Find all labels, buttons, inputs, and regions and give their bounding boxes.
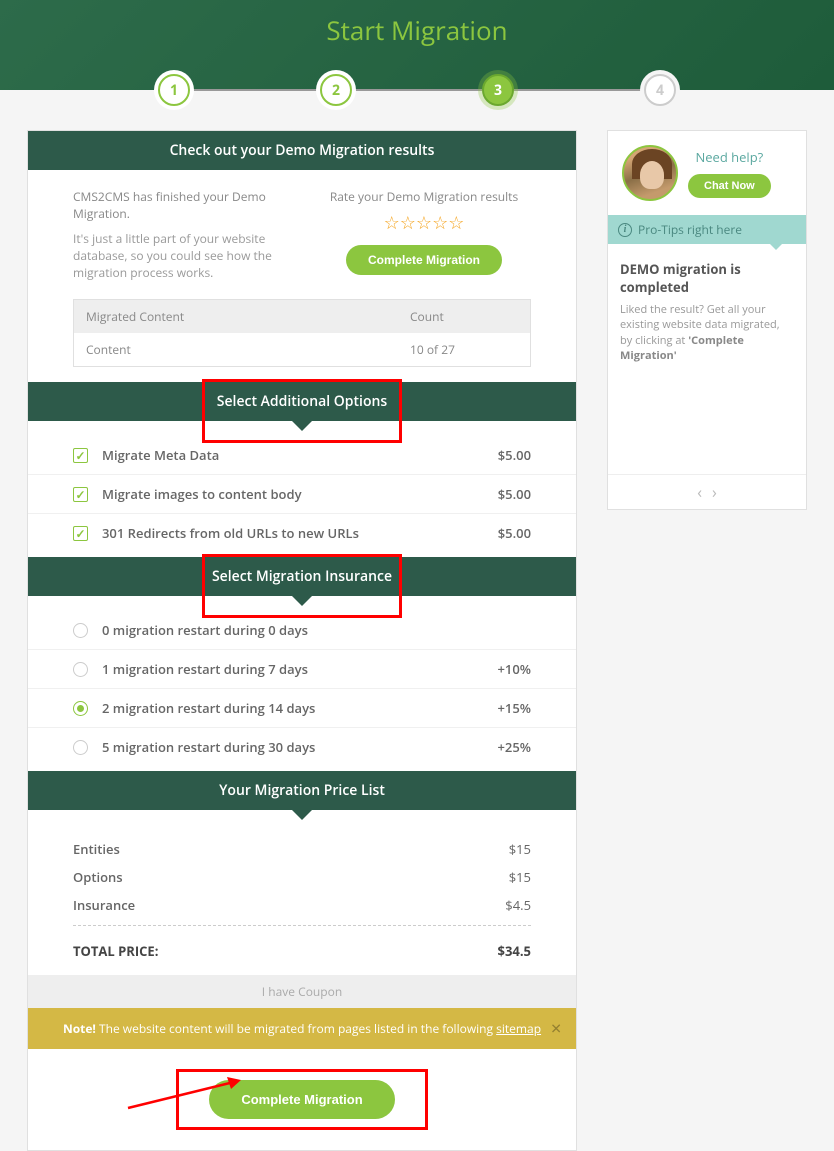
arrow-annotation-icon (123, 1073, 253, 1113)
insurance-row[interactable]: 5 migration restart during 30 days +25% (28, 728, 576, 766)
option-row[interactable]: Migrate images to content body $5.00 (28, 475, 576, 514)
price-label: Options (73, 868, 509, 886)
radio-icon[interactable] (73, 701, 88, 716)
insurance-label: 1 migration restart during 7 days (102, 660, 497, 678)
demo-finished-text: CMS2CMS has finished your Demo Migration… (73, 188, 287, 222)
total-label: TOTAL PRICE: (73, 942, 498, 960)
need-help-text: Need help? (695, 148, 763, 166)
radio-icon[interactable] (73, 662, 88, 677)
insurance-row[interactable]: 2 migration restart during 14 days +15% (28, 689, 576, 728)
option-price: $5.00 (498, 446, 531, 464)
table-cell: Content (86, 341, 410, 358)
price-label: Entities (73, 840, 509, 858)
option-label: 301 Redirects from old URLs to new URLs (102, 524, 498, 542)
insurance-label: 5 migration restart during 30 days (102, 738, 497, 756)
coupon-link[interactable]: I have Coupon (28, 975, 576, 1008)
star-icon[interactable]: ☆ (448, 211, 464, 235)
complete-migration-button-small[interactable]: Complete Migration (346, 245, 502, 275)
insurance-price: +10% (497, 660, 531, 678)
insurance-price: +25% (497, 738, 531, 756)
table-row: Content 10 of 27 (74, 333, 530, 366)
migration-insurance-header: Select Migration Insurance (28, 557, 576, 596)
checkbox-icon[interactable] (73, 448, 88, 463)
additional-options-header: Select Additional Options (28, 382, 576, 421)
step-line (190, 89, 320, 91)
stepper: 1 2 3 4 (0, 74, 834, 106)
price-row: Insurance $4.5 (28, 891, 576, 919)
option-label: Migrate Meta Data (102, 446, 498, 464)
rate-label: Rate your Demo Migration results (317, 188, 531, 205)
insurance-row[interactable]: 1 migration restart during 7 days +10% (28, 650, 576, 689)
page-title: Start Migration (0, 0, 834, 48)
info-icon: i (618, 223, 632, 237)
main-panel: Check out your Demo Migration results CM… (27, 130, 577, 1151)
demo-results-header: Check out your Demo Migration results (28, 131, 576, 170)
avatar (622, 145, 678, 201)
header-bar: Start Migration 1 2 3 4 (0, 0, 834, 90)
table-header-count: Count (410, 308, 518, 325)
tip-title: DEMO migration is completed (620, 260, 794, 296)
checkbox-icon[interactable] (73, 526, 88, 541)
insurance-label: 0 migration restart during 0 days (102, 621, 531, 639)
price-value: $15 (509, 868, 531, 886)
price-value: $4.5 (505, 896, 531, 914)
radio-icon[interactable] (73, 623, 88, 638)
step-1[interactable]: 1 (158, 74, 190, 106)
divider (73, 925, 531, 926)
star-icon[interactable]: ☆ (432, 211, 448, 235)
pro-tips-label: Pro-Tips right here (638, 221, 742, 238)
rating-stars[interactable]: ☆☆☆☆☆ (317, 211, 531, 235)
star-icon[interactable]: ☆ (384, 211, 400, 235)
total-row: TOTAL PRICE: $34.5 (28, 932, 576, 975)
price-list-header: Your Migration Price List (28, 771, 576, 810)
price-row: Options $15 (28, 863, 576, 891)
chevron-right-icon[interactable]: › (712, 481, 717, 503)
close-icon[interactable]: ✕ (550, 1019, 562, 1038)
tip-nav: ‹ › (608, 474, 806, 509)
step-2[interactable]: 2 (320, 74, 352, 106)
insurance-row[interactable]: 0 migration restart during 0 days (28, 611, 576, 650)
insurance-label: 2 migration restart during 14 days (102, 699, 497, 717)
star-icon[interactable]: ☆ (400, 211, 416, 235)
step-3-active[interactable]: 3 (482, 74, 514, 106)
price-row: Entities $15 (28, 835, 576, 863)
step-line (352, 89, 482, 91)
step-4: 4 (644, 74, 676, 106)
total-value: $34.5 (498, 942, 531, 960)
note-bar: Note! The website content will be migrat… (28, 1008, 576, 1049)
insurance-price: +15% (497, 699, 531, 717)
sidebar: Need help? Chat Now i Pro-Tips right her… (607, 130, 807, 510)
price-label: Insurance (73, 896, 505, 914)
star-icon[interactable]: ☆ (416, 211, 432, 235)
table-cell: 10 of 27 (410, 341, 518, 358)
table-header-content: Migrated Content (86, 308, 410, 325)
tip-text: Liked the result? Get all your existing … (620, 302, 794, 364)
pro-tips-bar: i Pro-Tips right here (608, 215, 806, 244)
option-price: $5.00 (498, 524, 531, 542)
option-row[interactable]: Migrate Meta Data $5.00 (28, 436, 576, 475)
chevron-left-icon[interactable]: ‹ (697, 481, 702, 503)
demo-desc-text: It's just a little part of your website … (73, 230, 287, 281)
sitemap-link[interactable]: sitemap (496, 1020, 541, 1037)
option-row[interactable]: 301 Redirects from old URLs to new URLs … (28, 514, 576, 552)
note-text: The website content will be migrated fro… (96, 1020, 496, 1037)
migrated-content-table: Migrated Content Count Content 10 of 27 (73, 299, 531, 367)
price-value: $15 (509, 840, 531, 858)
radio-icon[interactable] (73, 740, 88, 755)
option-label: Migrate images to content body (102, 485, 498, 503)
chat-now-button[interactable]: Chat Now (688, 174, 771, 198)
option-price: $5.00 (498, 485, 531, 503)
step-line (514, 89, 644, 91)
note-bold: Note! (63, 1020, 96, 1037)
checkbox-icon[interactable] (73, 487, 88, 502)
